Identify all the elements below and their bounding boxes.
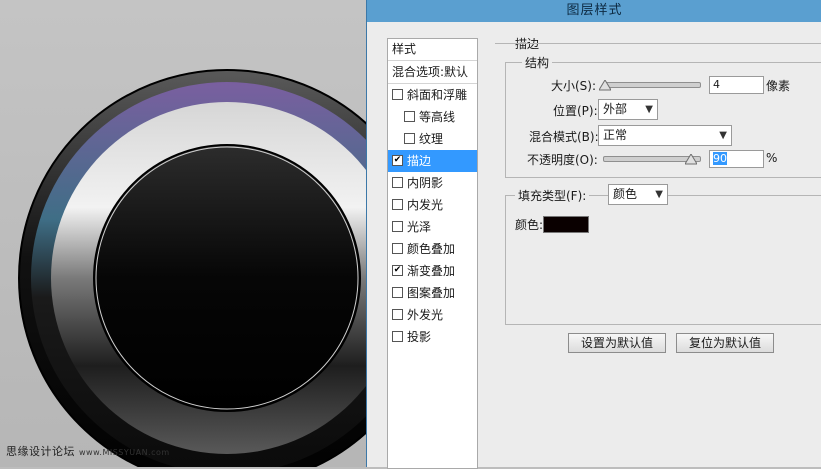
fill-type-value: 颜色 [613,187,638,201]
style-item[interactable]: 图案叠加 [388,282,477,304]
core-disc [95,146,359,410]
blend-options-item[interactable]: 混合选项:默认 [388,61,477,84]
blend-mode-dropdown[interactable]: 正常 ▼ [598,125,732,146]
style-item[interactable]: ✔ 渐变叠加 [388,260,477,282]
structure-title: 结构 [522,54,553,71]
style-item-label: 描边 [407,154,432,168]
style-item[interactable]: 外发光 [388,304,477,326]
checkbox[interactable] [392,199,403,210]
position-label: 位置(P): [553,104,598,118]
dialog-title: 图层样式 [367,0,821,22]
opacity-unit: % [766,151,778,165]
chevron-down-icon: ▼ [645,104,653,115]
checkbox[interactable] [392,309,403,320]
style-item-label: 内阴影 [407,176,444,190]
position-dropdown[interactable]: 外部 ▼ [598,99,658,120]
fill-type-label: 填充类型(F): [515,187,590,204]
chevron-down-icon: ▼ [719,130,727,141]
watermark-url: www.MISSYUAN.com [79,448,170,457]
style-item-label: 投影 [407,330,432,344]
checkbox[interactable] [392,331,403,342]
document-canvas: 思缘设计论坛 www.MISSYUAN.com [0,0,366,467]
color-label: 颜色: [515,218,544,232]
style-item[interactable]: 斜面和浮雕 [388,84,477,106]
watermark-text: 思缘设计论坛 [6,445,75,458]
fill-group-border [505,195,821,325]
stroke-group-border [495,43,821,44]
opacity-slider-thumb[interactable] [685,154,698,165]
size-slider-track[interactable] [603,82,701,88]
checkbox[interactable] [392,177,403,188]
style-item-label: 等高线 [419,110,456,124]
size-unit: 像素 [766,79,791,93]
set-default-button[interactable]: 设置为默认值 [568,333,666,353]
checkbox-checked[interactable]: ✔ [392,155,403,166]
style-item[interactable]: 颜色叠加 [388,238,477,260]
style-item[interactable]: ✔ 描边 [388,150,477,172]
chevron-down-icon: ▼ [655,189,663,200]
style-item-label: 颜色叠加 [407,242,456,256]
style-item-label: 光泽 [407,220,432,234]
style-list: 样式 混合选项:默认 斜面和浮雕等高线纹理 ✔ 描边内阴影内发光光泽颜色叠加 ✔ 渐变叠… [387,38,478,469]
style-item-label: 图案叠加 [407,286,456,300]
style-item-label: 纹理 [419,132,444,146]
style-items: 斜面和浮雕等高线纹理 ✔ 描边内阴影内发光光泽颜色叠加 ✔ 渐变叠加图案叠加外发光投影 [388,84,477,348]
size-input[interactable]: 4 [709,76,764,94]
opacity-input[interactable]: 90 [709,150,764,168]
style-item-label: 外发光 [407,308,444,322]
knob-artwork [18,69,366,467]
size-label: 大小(S): [551,79,597,93]
checkbox[interactable] [404,111,415,122]
styles-header[interactable]: 样式 [388,39,477,61]
style-item[interactable]: 内阴影 [388,172,477,194]
style-item[interactable]: 等高线 [388,106,477,128]
fill-type-dropdown[interactable]: 颜色 ▼ [608,184,668,205]
size-slider-thumb[interactable] [598,80,611,91]
blend-mode-label: 混合模式(B): [529,130,599,144]
blend-mode-value: 正常 [603,128,628,142]
opacity-value: 90 [713,152,727,165]
reset-default-button[interactable]: 复位为默认值 [676,333,774,353]
style-item[interactable]: 内发光 [388,194,477,216]
opacity-label: 不透明度(O): [527,153,598,167]
watermark: 思缘设计论坛 www.MISSYUAN.com [6,443,170,459]
style-item[interactable]: 光泽 [388,216,477,238]
layer-style-dialog: 图层样式 样式 混合选项:默认 斜面和浮雕等高线纹理 ✔ 描边内阴影内发光光泽颜色叠… [366,0,821,469]
position-value: 外部 [603,102,628,116]
checkbox[interactable] [392,287,403,298]
stroke-color-swatch[interactable] [543,216,589,233]
checkbox[interactable] [392,221,403,232]
style-item[interactable]: 纹理 [388,128,477,150]
style-item-label: 斜面和浮雕 [407,88,468,102]
checkbox[interactable] [404,133,415,144]
style-item[interactable]: 投影 [388,326,477,348]
style-item-label: 内发光 [407,198,444,212]
checkbox[interactable] [392,243,403,254]
checkbox[interactable] [392,89,403,100]
style-item-label: 渐变叠加 [407,264,456,278]
checkbox-checked[interactable]: ✔ [392,265,403,276]
